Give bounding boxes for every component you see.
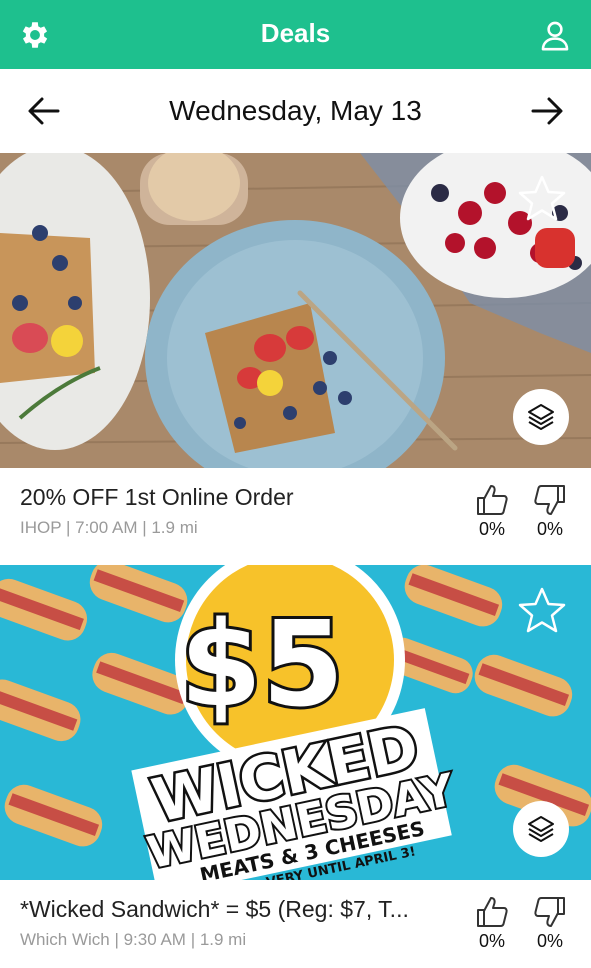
star-icon[interactable] <box>516 173 568 225</box>
promo-graphic: $5 WICKED WEDNESDAY MEATS & 3 CHEESES VE… <box>0 565 591 880</box>
thumbs-down-icon <box>534 485 565 515</box>
date-navigator: Wednesday, May 13 <box>0 69 591 153</box>
deal-card[interactable]: 20% OFF 1st Online Order IHOP | 7:00 AM … <box>0 468 591 565</box>
dislike-percentage: 0% <box>536 519 563 539</box>
user-icon[interactable] <box>538 18 572 52</box>
thumbs-down-icon <box>534 897 565 927</box>
promo-price: $5 <box>180 595 344 733</box>
deal-card[interactable]: *Wicked Sandwich* = $5 (Reg: $7, T... Wh… <box>0 880 591 968</box>
deal-title[interactable]: 20% OFF 1st Online Order <box>20 484 460 511</box>
like-percentage: 0% <box>478 931 505 951</box>
like-button[interactable]: 0% <box>472 482 512 540</box>
deal-image[interactable] <box>0 153 591 468</box>
dislike-button[interactable]: 0% <box>530 482 570 540</box>
deal-meta: IHOP | 7:00 AM | 1.9 mi <box>20 518 198 537</box>
layers-button[interactable] <box>513 389 569 445</box>
app-header: Deals <box>0 0 591 69</box>
deal-meta: Which Wich | 9:30 AM | 1.9 mi <box>20 930 247 949</box>
current-date: Wednesday, May 13 <box>169 95 422 126</box>
page-title: Deals <box>260 18 331 48</box>
dislike-percentage: 0% <box>536 931 563 951</box>
layers-icon <box>528 404 554 430</box>
star-icon[interactable] <box>516 585 568 637</box>
thumbs-up-icon <box>477 485 508 515</box>
like-button[interactable]: 0% <box>472 894 512 952</box>
dislike-button[interactable]: 0% <box>530 894 570 952</box>
layers-icon <box>528 816 554 842</box>
deal-image[interactable]: $5 WICKED WEDNESDAY MEATS & 3 CHEESES VE… <box>0 565 591 880</box>
arrow-right-icon[interactable] <box>527 91 567 131</box>
deal-title[interactable]: *Wicked Sandwich* = $5 (Reg: $7, T... <box>20 896 460 923</box>
like-percentage: 0% <box>478 519 505 539</box>
layers-button[interactable] <box>513 801 569 857</box>
breakfast-photo <box>0 153 591 468</box>
thumbs-up-icon <box>477 897 508 927</box>
